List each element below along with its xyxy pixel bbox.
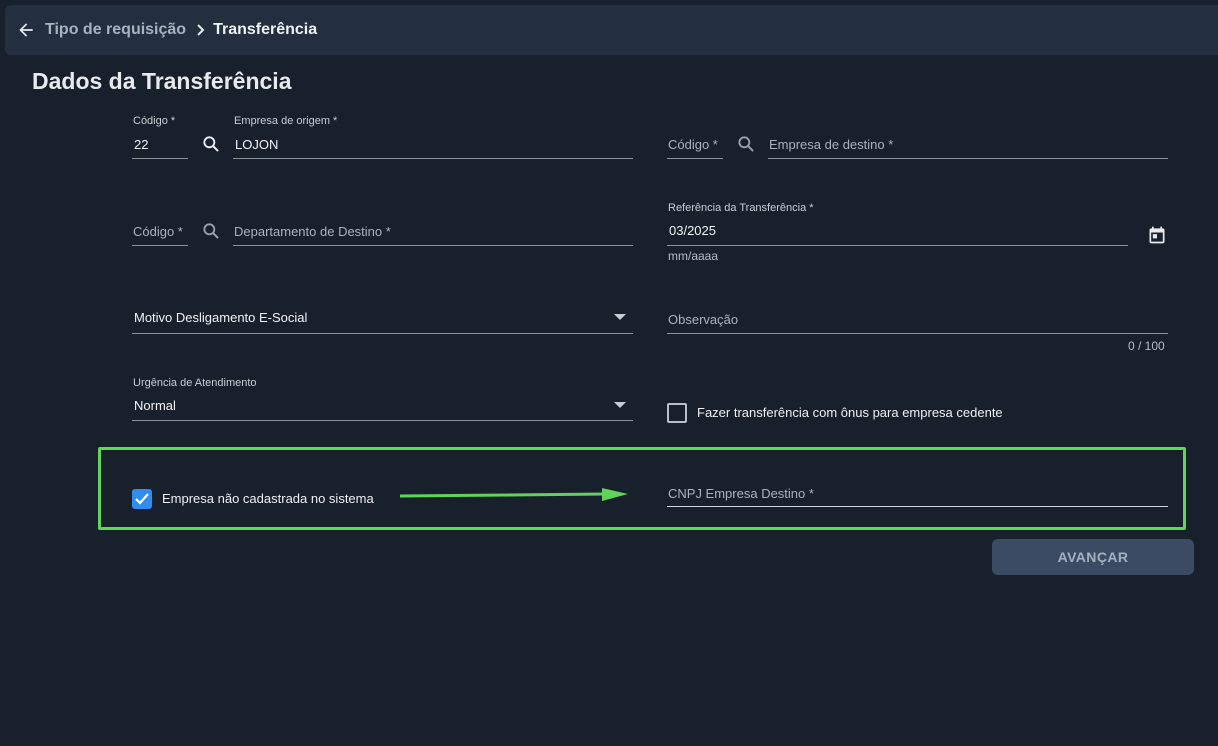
origem-codigo-label: Código * [133,115,176,127]
arrow-left-icon[interactable] [15,19,37,41]
departamento-codigo-input[interactable]: Código * [133,224,183,239]
dropdown-arrow-icon[interactable] [613,400,627,410]
urgencia-label: Urgência de Atendimento [133,377,257,389]
observacao-input[interactable]: Observação [668,312,738,327]
departamento-input[interactable]: Departamento de Destino * [234,224,391,239]
observacao-counter: 0 / 100 [1128,339,1165,353]
destino-empresa-underline [768,158,1168,159]
origem-empresa-underline [233,158,633,159]
top-bar: Tipo de requisição Transferência [5,5,1218,55]
breadcrumb-parent[interactable]: Tipo de requisição [45,21,186,39]
breadcrumb-current: Transferência [213,21,318,38]
empresa-nao-cadastrada-label[interactable]: Empresa não cadastrada no sistema [162,491,374,506]
search-icon[interactable] [735,133,757,155]
arrow-right-annotation-icon [398,486,630,504]
destino-codigo-underline [667,158,723,159]
destino-empresa-input[interactable]: Empresa de destino * [769,137,893,152]
page-title: Dados da Transferência [32,68,292,94]
avancar-button[interactable]: AVANÇAR [992,539,1194,575]
departamento-underline [233,245,633,246]
search-icon[interactable] [200,220,222,242]
onus-checkbox[interactable] [667,403,687,423]
motivo-select[interactable]: Motivo Desligamento E-Social [134,310,307,325]
onus-checkbox-label[interactable]: Fazer transferência com ônus para empres… [697,405,1003,420]
origem-empresa-input[interactable]: LOJON [235,137,278,152]
motivo-underline [132,333,633,334]
urgencia-underline [132,420,633,421]
destino-codigo-input[interactable]: Código * [668,137,718,152]
origem-codigo-input[interactable]: 22 [134,137,148,152]
referencia-hint: mm/aaaa [668,249,719,263]
origem-codigo-underline [132,158,188,159]
observacao-underline [667,333,1168,334]
chevron-right-icon [195,23,207,37]
referencia-underline [667,245,1128,246]
cnpj-underline [667,506,1168,507]
empresa-nao-cadastrada-checkbox[interactable] [132,489,152,509]
referencia-label: Referência da Transferência * [668,202,814,214]
departamento-codigo-underline [132,245,188,246]
highlight-box [98,447,1186,530]
search-icon[interactable] [200,133,222,155]
dropdown-arrow-icon[interactable] [613,312,627,322]
cnpj-input[interactable]: CNPJ Empresa Destino * [668,486,814,501]
calendar-icon[interactable] [1146,224,1168,246]
urgencia-select[interactable]: Normal [134,398,176,413]
referencia-input[interactable]: 03/2025 [669,223,716,238]
origem-empresa-label: Empresa de origem * [234,115,338,127]
